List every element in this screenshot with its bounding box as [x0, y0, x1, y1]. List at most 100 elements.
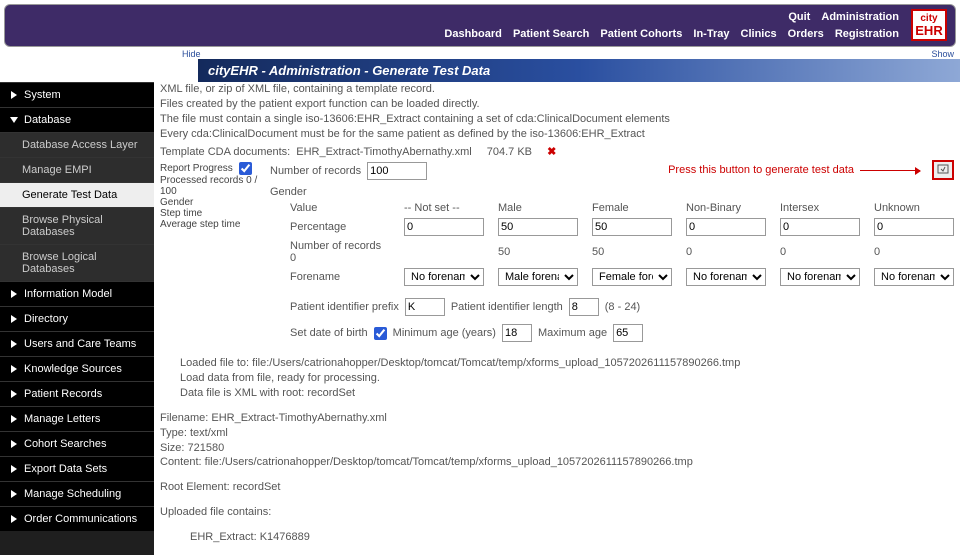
forename-intersex-select[interactable]: No forename [780, 268, 860, 286]
annotation: Press this button to generate test data [668, 164, 920, 176]
sidebar-label-patient-records: Patient Records [24, 388, 102, 400]
forename-nonbinary-select[interactable]: No forename [686, 268, 766, 286]
forename-unknown-select[interactable]: No forename [874, 268, 954, 286]
nav-patient-search[interactable]: Patient Search [513, 28, 589, 40]
forename-female-select[interactable]: Female forename [592, 268, 672, 286]
gender-header: Gender [270, 186, 954, 198]
caret-right-icon [10, 490, 18, 498]
show-link[interactable]: Show [931, 49, 954, 59]
sidebar-group-directory[interactable]: Directory [0, 306, 154, 331]
sidebar-item-browse-physical[interactable]: Browse Physical Databases [0, 207, 154, 244]
pct-unknown-input[interactable] [874, 218, 954, 236]
template-file: EHR_Extract-TimothyAbernathy.xml [296, 146, 471, 158]
intro-line: XML file, or zip of XML file, containing… [160, 82, 954, 97]
filename-value: EHR_Extract-TimothyAbernathy.xml [211, 412, 386, 424]
nav-patient-cohorts[interactable]: Patient Cohorts [600, 28, 682, 40]
sidebar-group-database[interactable]: Database [0, 107, 154, 132]
sidebar-label-order-comm: Order Communications [24, 513, 137, 525]
generate-button[interactable] [932, 160, 954, 180]
sidebar-group-order-comm[interactable]: Order Communications [0, 506, 154, 531]
gender-left-label: Gender [160, 197, 270, 208]
forename-male-select[interactable]: Male forename [498, 268, 578, 286]
logo-line1: city [913, 14, 945, 24]
nav-orders[interactable]: Orders [788, 28, 824, 40]
main-content: Press this button to generate test data … [154, 82, 960, 555]
rec-nonbinary: 0 [686, 246, 766, 258]
rec-female: 50 [592, 246, 672, 258]
nav-quit[interactable]: Quit [788, 11, 810, 23]
nav-in-tray[interactable]: In-Tray [693, 28, 729, 40]
top-bar: Quit Administration Dashboard Patient Se… [4, 4, 956, 47]
sidebar-group-export-data[interactable]: Export Data Sets [0, 456, 154, 481]
avg-step-time-label: Average step time [160, 219, 270, 230]
caret-right-icon [10, 415, 18, 423]
pid-length-label: Patient identifier length [451, 301, 563, 313]
set-dob-checkbox[interactable] [374, 327, 387, 340]
type-label: Type: [160, 427, 187, 439]
intro-line: Every cda:ClinicalDocument must be for t… [160, 127, 954, 142]
sidebar-item-access-layer[interactable]: Database Access Layer [0, 132, 154, 157]
col-female: Female [592, 202, 672, 214]
pct-female-input[interactable] [592, 218, 672, 236]
rec-unknown: 0 [874, 246, 954, 258]
sidebar-group-cohort-searches[interactable]: Cohort Searches [0, 431, 154, 456]
nav-clinics[interactable]: Clinics [741, 28, 777, 40]
sidebar-group-users-care[interactable]: Users and Care Teams [0, 331, 154, 356]
sidebar-group-knowledge[interactable]: Knowledge Sources [0, 356, 154, 381]
sidebar-label-cohort-searches: Cohort Searches [24, 438, 107, 450]
row-numrecords-label: Number of records [290, 240, 381, 252]
nav-registration[interactable]: Registration [835, 28, 899, 40]
root-label: Root Element: [160, 481, 230, 493]
sidebar-group-patient-records[interactable]: Patient Records [0, 381, 154, 406]
caret-down-icon [10, 116, 18, 124]
pct-nonbinary-input[interactable] [686, 218, 766, 236]
min-age-input[interactable] [502, 324, 532, 342]
sidebar-label-users-care: Users and Care Teams [24, 338, 136, 350]
pct-intersex-input[interactable] [780, 218, 860, 236]
min-age-label: Minimum age (years) [393, 327, 496, 339]
max-age-input[interactable] [613, 324, 643, 342]
sidebar: System Database Database Access Layer Ma… [0, 82, 154, 555]
forename-notset-select[interactable]: No forename [404, 268, 484, 286]
sidebar-label-info-model: Information Model [24, 288, 112, 300]
pid-length-input[interactable] [569, 298, 599, 316]
sidebar-label-manage-letters: Manage Letters [24, 413, 100, 425]
pid-prefix-input[interactable] [405, 298, 445, 316]
arrow-icon [860, 170, 920, 171]
content-value: file:/Users/catrionahopper/Desktop/tomca… [205, 456, 693, 468]
sidebar-item-manage-empi[interactable]: Manage EMPI [0, 157, 154, 182]
file-line: Data file is XML with root: recordSet [180, 386, 954, 401]
template-label: Template CDA documents: [160, 146, 290, 158]
annotation-text: Press this button to generate test data [668, 164, 854, 176]
pct-notset-input[interactable] [404, 218, 484, 236]
report-progress-checkbox[interactable] [239, 162, 252, 175]
num-records-input[interactable] [367, 162, 427, 180]
caret-right-icon [10, 440, 18, 448]
nav-administration[interactable]: Administration [821, 11, 899, 23]
generate-icon [937, 164, 949, 176]
sidebar-group-info-model[interactable]: Information Model [0, 281, 154, 306]
delete-template-icon[interactable]: ✖ [547, 145, 556, 158]
extract-label: EHR_Extract: [190, 531, 257, 543]
caret-right-icon [10, 515, 18, 523]
uploaded-contains: Uploaded file contains: [160, 505, 954, 520]
caret-right-icon [10, 290, 18, 298]
sidebar-group-manage-letters[interactable]: Manage Letters [0, 406, 154, 431]
rec-total: 0 [290, 252, 296, 264]
sidebar-group-manage-scheduling[interactable]: Manage Scheduling [0, 481, 154, 506]
pct-male-input[interactable] [498, 218, 578, 236]
file-line: Loaded file to: file:/Users/catrionahopp… [180, 356, 954, 371]
sidebar-item-generate-test[interactable]: Generate Test Data [0, 182, 154, 207]
extract-value: K1476889 [260, 531, 310, 543]
caret-right-icon [10, 315, 18, 323]
sidebar-label-knowledge: Knowledge Sources [24, 363, 122, 375]
size-label: Size: [160, 442, 184, 454]
row-forename-label: Forename [290, 271, 390, 283]
hide-link[interactable]: Hide [182, 49, 201, 59]
sidebar-item-browse-logical[interactable]: Browse Logical Databases [0, 244, 154, 281]
intro-line: Files created by the patient export func… [160, 97, 954, 112]
num-records-label: Number of records [270, 165, 361, 177]
processed-records: Processed records 0 / 100 [160, 175, 270, 197]
sidebar-group-system[interactable]: System [0, 82, 154, 107]
nav-dashboard[interactable]: Dashboard [444, 28, 501, 40]
